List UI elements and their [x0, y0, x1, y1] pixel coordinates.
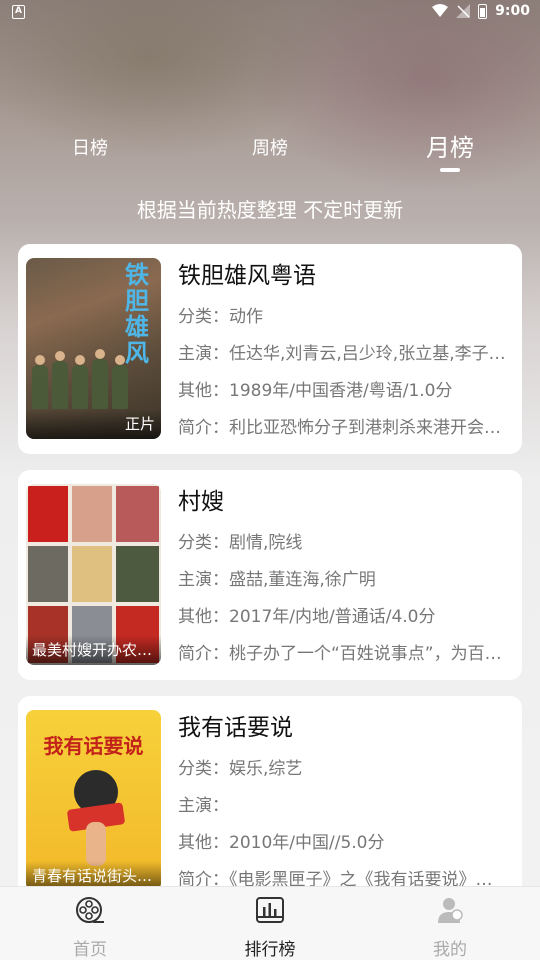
poster-image: 我有话要说 青春有话说街头采访	[26, 710, 161, 891]
no-signal-icon	[456, 4, 471, 18]
item-other: 其他：2017年/内地/普通话/4.0分	[178, 607, 436, 627]
list-item[interactable]: 我有话要说 青春有话说街头采访 我有话要说 分类：娱乐,综艺 主演： 其他：20…	[18, 696, 522, 906]
item-title: 村嫂	[178, 489, 224, 515]
list-item[interactable]: 铁胆雄风 正片 铁胆雄风粤语 分类：动作 主演：任达华,刘青云,吕少玲,张立基,…	[18, 244, 522, 454]
poster-image: 铁胆雄风 正片	[26, 258, 161, 439]
status-bar: A 9:00	[0, 0, 540, 26]
item-cast: 主演：任达华,刘青云,吕少玲,张立基,李子雄,孟海	[178, 344, 508, 364]
nav-mine[interactable]: 我的	[390, 895, 510, 960]
nav-label: 我的	[433, 940, 467, 960]
poster-tag: 正片	[26, 409, 161, 439]
item-title: 铁胆雄风粤语	[178, 263, 316, 289]
poster-figures	[32, 349, 132, 409]
nav-label: 首页	[73, 940, 107, 960]
tab-active-indicator	[440, 168, 460, 172]
item-summary: 简介：桃子办了一个“百姓说事点”，为百姓排忧解难	[178, 644, 508, 664]
user-icon	[438, 898, 463, 923]
item-category: 分类：动作	[178, 307, 263, 327]
item-other: 其他：2010年/中国//5.0分	[178, 833, 385, 853]
ranking-subtitle: 根据当前热度整理 不定时更新	[136, 198, 404, 222]
tab-weekly[interactable]: 周榜	[210, 134, 330, 160]
item-cast: 主演：	[178, 796, 229, 816]
item-summary: 简介：利比亚恐怖分子到港刺杀来港开会的要员	[178, 418, 508, 438]
status-time: 9:00	[495, 3, 530, 19]
item-category: 分类：剧情,院线	[178, 533, 303, 553]
ranking-tabs: 日榜 周榜 月榜	[0, 122, 540, 182]
film-reel-icon	[76, 897, 104, 923]
wifi-icon	[432, 4, 449, 17]
nav-ranking[interactable]: 排行榜	[210, 895, 330, 960]
nav-label: 排行榜	[244, 940, 296, 960]
battery-icon	[478, 3, 488, 19]
ranking-chart-icon	[256, 897, 284, 923]
notification-icon: A	[12, 5, 25, 19]
item-cast: 主演：盛喆,董连海,徐广明	[178, 570, 376, 590]
nav-home[interactable]: 首页	[30, 895, 150, 960]
poster-tag: 最美村嫂开办农家乐	[26, 635, 161, 665]
poster-title-art: 我有话要说	[43, 734, 144, 758]
tab-monthly[interactable]: 月榜	[390, 128, 510, 163]
tab-daily[interactable]: 日榜	[30, 134, 150, 160]
list-item[interactable]: 最美村嫂开办农家乐 村嫂 分类：剧情,院线 主演：盛喆,董连海,徐广明 其他：2…	[18, 470, 522, 680]
bottom-navigation: 首页 排行榜 我的	[0, 886, 540, 960]
item-title: 我有话要说	[178, 715, 293, 741]
poster-image: 最美村嫂开办农家乐	[26, 484, 161, 665]
item-category: 分类：娱乐,综艺	[178, 759, 303, 779]
item-other: 其他：1989年/中国香港/粤语/1.0分	[178, 381, 453, 401]
